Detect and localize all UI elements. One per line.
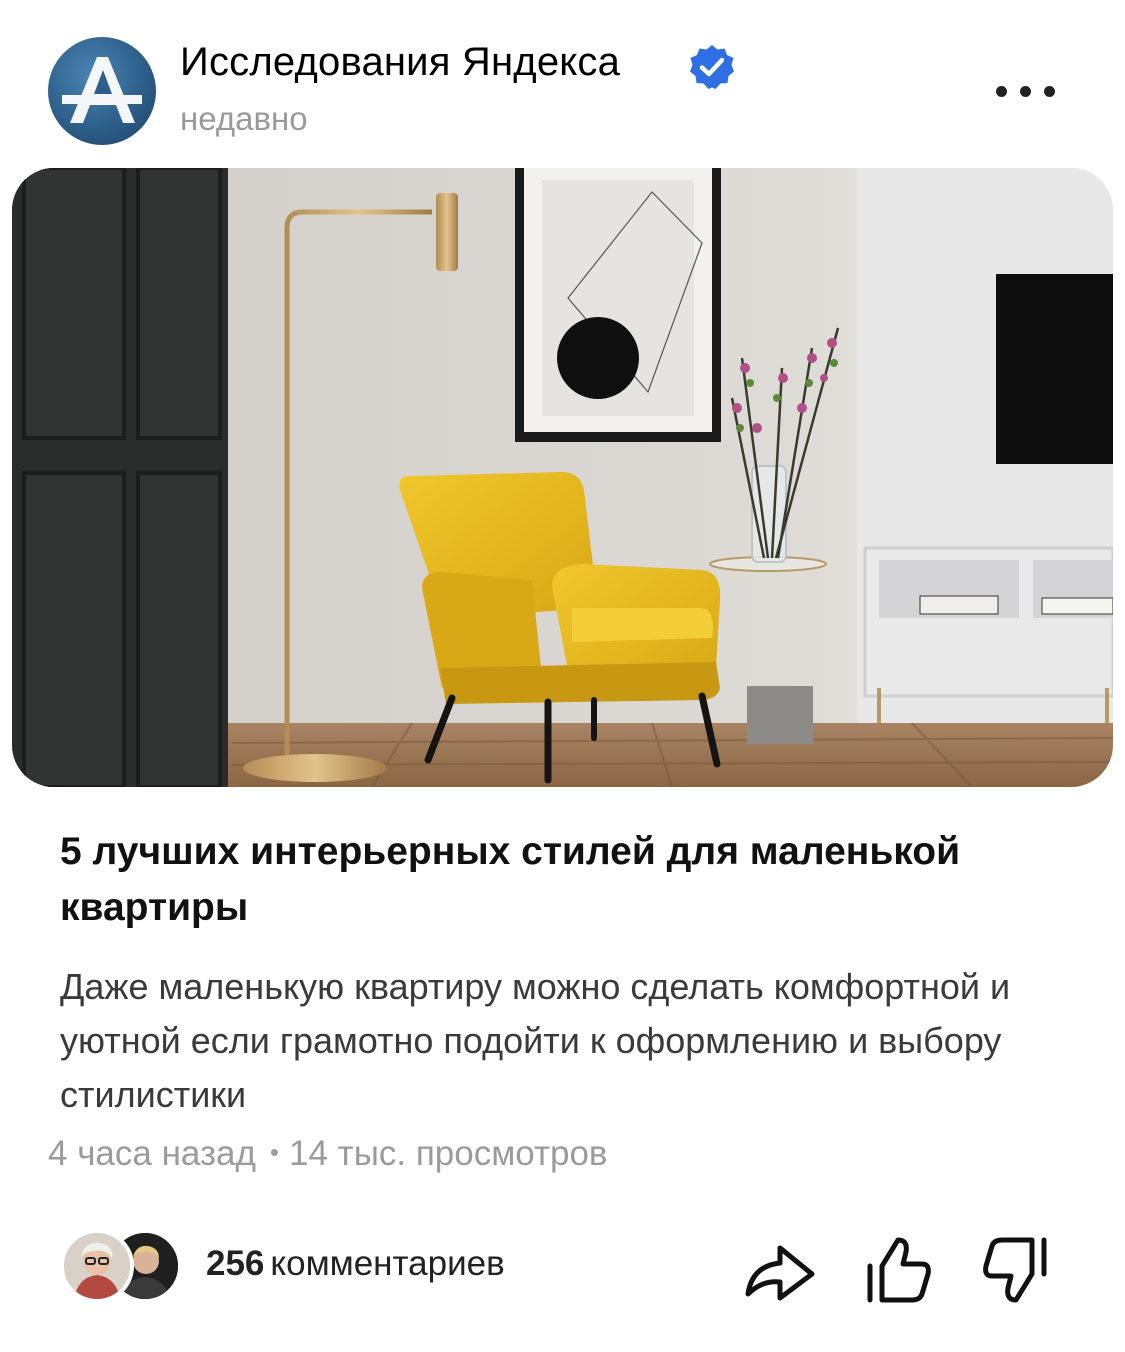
article-time: 4 часа назад — [48, 1134, 256, 1173]
article-title[interactable]: 5 лучших интерьерных стилей для маленько… — [60, 824, 1070, 936]
article-views: 14 тыс. просмотров — [289, 1134, 608, 1173]
channel-avatar[interactable] — [48, 37, 156, 145]
comments-count: 256 — [206, 1244, 265, 1283]
meta-separator: • — [269, 1137, 280, 1167]
dislike-icon[interactable] — [978, 1230, 1058, 1310]
comments-label: комментариев — [270, 1244, 505, 1283]
commenter-avatar[interactable] — [60, 1229, 134, 1303]
post-time: недавно — [180, 100, 308, 137]
more-dots-icon[interactable] — [996, 76, 1066, 106]
channel-name[interactable]: Исследования Яндекса — [180, 40, 620, 85]
comments-link[interactable]: 256 комментариев — [206, 1244, 505, 1284]
article-description[interactable]: Даже маленькую квартиру можно сделать ко… — [60, 960, 1060, 1122]
share-icon[interactable] — [740, 1230, 820, 1310]
article-photo[interactable] — [12, 168, 1113, 787]
post-footer: 256 комментариев — [0, 1218, 1125, 1318]
post-header: Исследования Яндекса недавно — [0, 0, 1125, 160]
article-meta: 4 часа назад • 14 тыс. просмотров — [48, 1134, 608, 1174]
verified-badge-icon — [690, 45, 734, 89]
channel-logo-icon — [62, 57, 142, 123]
like-icon[interactable] — [858, 1230, 938, 1310]
